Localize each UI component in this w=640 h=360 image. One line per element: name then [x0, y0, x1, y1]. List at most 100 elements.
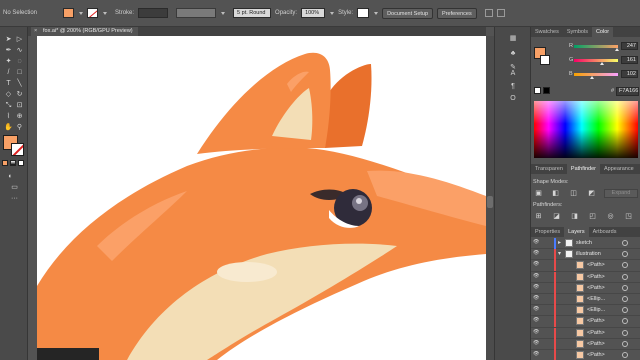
- layer-row[interactable]: 👁 <Path>: [531, 260, 640, 272]
- layer-row[interactable]: 👁 ▾ illustration: [531, 249, 640, 261]
- opacity-field[interactable]: 100%: [301, 8, 326, 18]
- direct-selection-tool-icon[interactable]: ▷: [15, 35, 24, 44]
- chevron-down-icon[interactable]: [373, 9, 379, 18]
- type-tool-icon[interactable]: T: [4, 79, 13, 88]
- scale-tool-icon[interactable]: ⤡: [4, 101, 13, 110]
- artboard[interactable]: [37, 36, 486, 360]
- unite-icon[interactable]: ▣: [533, 189, 544, 198]
- more-tools-icon[interactable]: ···: [10, 194, 19, 203]
- blend-tool-icon[interactable]: ⊕: [15, 112, 24, 121]
- curvature-tool-icon[interactable]: ∿: [15, 46, 24, 55]
- layer-row[interactable]: 👁 <Path>: [531, 350, 640, 360]
- chevron-right-icon[interactable]: ▸: [558, 239, 561, 246]
- r-value[interactable]: 247: [621, 42, 638, 50]
- tab-symbols[interactable]: Symbols: [563, 27, 592, 37]
- stroke-weight-field[interactable]: [138, 8, 169, 18]
- paintbrush-tool-icon[interactable]: /: [4, 68, 13, 77]
- exclude-icon[interactable]: ◩: [586, 189, 597, 198]
- layer-row[interactable]: 👁 <Path>: [531, 338, 640, 350]
- g-track[interactable]: [574, 59, 618, 62]
- g-value[interactable]: 161: [621, 56, 638, 64]
- gradient-mode-icon[interactable]: [10, 160, 16, 166]
- free-transform-tool-icon[interactable]: ⊡: [15, 101, 24, 110]
- chevron-down-icon[interactable]: [102, 9, 108, 18]
- eye-icon[interactable]: 👁: [533, 351, 539, 357]
- black-swatch[interactable]: [543, 87, 550, 94]
- target-icon[interactable]: [622, 307, 628, 314]
- layer-row[interactable]: 👁 <Path>: [531, 327, 640, 339]
- target-icon[interactable]: [622, 340, 628, 347]
- tab-appearance[interactable]: Appearance: [600, 164, 638, 174]
- eye-icon[interactable]: 👁: [533, 239, 539, 245]
- tab-transparency[interactable]: Transparen: [531, 164, 567, 174]
- eye-icon[interactable]: 👁: [533, 284, 539, 290]
- eye-icon[interactable]: 👁: [533, 261, 539, 267]
- layer-row[interactable]: 👁 ▸ sketch: [531, 238, 640, 250]
- tab-layers[interactable]: Layers: [564, 227, 589, 237]
- screen-mode-icon[interactable]: ▭: [10, 183, 19, 192]
- lasso-tool-icon[interactable]: ◌: [15, 57, 24, 66]
- target-icon[interactable]: [622, 273, 628, 280]
- eye-icon[interactable]: 👁: [533, 250, 539, 256]
- r-track[interactable]: [574, 45, 618, 48]
- tab-properties[interactable]: Properties: [531, 227, 564, 237]
- fill-swatch-mini[interactable]: [63, 8, 75, 18]
- eye-icon[interactable]: 👁: [533, 306, 539, 312]
- layer-row[interactable]: 👁 <Path>: [531, 316, 640, 328]
- document-setup-button[interactable]: Document Setup: [382, 7, 434, 19]
- chevron-down-icon[interactable]: [220, 9, 226, 18]
- chevron-down-icon[interactable]: ▾: [558, 250, 561, 257]
- eyedropper-tool-icon[interactable]: ⌇: [4, 112, 13, 121]
- color-slider-r[interactable]: R 247: [531, 42, 640, 52]
- eye-icon[interactable]: 👁: [533, 273, 539, 279]
- target-icon[interactable]: [622, 318, 628, 325]
- rectangle-tool-icon[interactable]: □: [15, 68, 24, 77]
- canvas-area[interactable]: [28, 36, 486, 360]
- selection-tool-icon[interactable]: ➤: [4, 35, 13, 44]
- vertical-scrollbar[interactable]: [486, 36, 494, 360]
- stroke-color-box[interactable]: [11, 143, 24, 156]
- target-icon[interactable]: [622, 240, 628, 246]
- rotate-tool-icon[interactable]: ↻: [15, 90, 24, 99]
- preferences-button[interactable]: Preferences: [437, 7, 477, 19]
- color-slider-g[interactable]: G 161: [531, 56, 640, 66]
- tab-swatches[interactable]: Swatches: [531, 27, 563, 37]
- trim-icon[interactable]: ◪: [551, 212, 562, 221]
- expand-button[interactable]: Expand: [604, 189, 638, 198]
- g-knob[interactable]: [599, 62, 604, 65]
- layer-row[interactable]: 👁 <Ellip...: [531, 305, 640, 317]
- crop-icon[interactable]: ◰: [587, 212, 598, 221]
- graphic-style-swatch[interactable]: [357, 8, 370, 18]
- swatches-icon[interactable]: ▦: [508, 34, 518, 44]
- tab-pathfinder[interactable]: Pathfinder: [566, 164, 600, 174]
- divide-icon[interactable]: ⊞: [533, 212, 544, 221]
- color-spectrum[interactable]: [534, 101, 638, 158]
- b-value[interactable]: 102: [621, 70, 638, 78]
- magic-wand-tool-icon[interactable]: ✦: [4, 57, 13, 66]
- opentype-icon[interactable]: O: [508, 94, 518, 104]
- b-knob[interactable]: [589, 76, 594, 79]
- document-tab[interactable]: × fox.ai* @ 200% (RGB/GPU Preview): [31, 27, 138, 36]
- intersect-icon[interactable]: ◫: [568, 189, 579, 198]
- r-knob[interactable]: [614, 48, 619, 51]
- symbols-icon[interactable]: ♣: [508, 49, 518, 59]
- paragraph-icon[interactable]: ¶: [508, 82, 518, 92]
- color-slider-b[interactable]: B 102: [531, 70, 640, 80]
- target-icon[interactable]: [622, 296, 628, 302]
- eye-icon[interactable]: 👁: [533, 295, 539, 301]
- b-track[interactable]: [574, 73, 618, 76]
- eye-icon[interactable]: 👁: [533, 340, 539, 346]
- target-icon[interactable]: [622, 352, 628, 358]
- merge-icon[interactable]: ◨: [569, 212, 580, 221]
- minus-back-icon[interactable]: ◳: [623, 212, 634, 221]
- minus-front-icon[interactable]: ◧: [550, 189, 561, 198]
- none-swatch[interactable]: [534, 87, 541, 94]
- panel-menu-icon[interactable]: [496, 9, 505, 17]
- drawing-mode-icon[interactable]: ◐: [6, 172, 15, 181]
- hex-field[interactable]: F7A166: [616, 87, 639, 96]
- fox-illustration[interactable]: [37, 36, 486, 360]
- layer-row[interactable]: 👁 <Ellip...: [531, 294, 640, 306]
- stroke-swatch-mini[interactable]: [87, 8, 99, 18]
- tab-artboards[interactable]: Artboards: [589, 227, 621, 237]
- chevron-right-icon[interactable]: [329, 9, 335, 18]
